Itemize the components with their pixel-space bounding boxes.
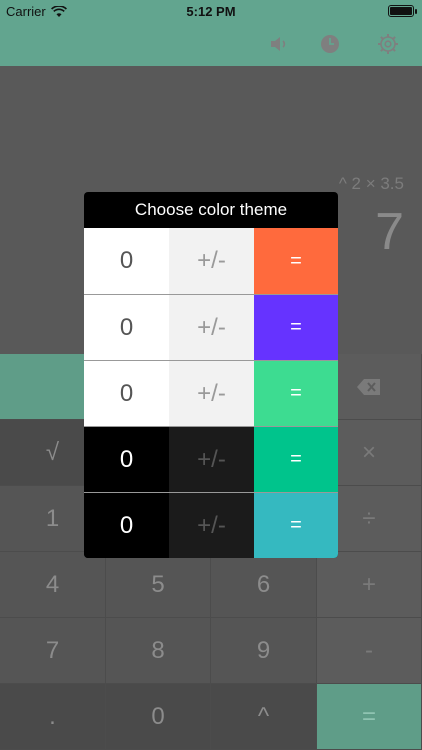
equals-key[interactable]: =: [317, 684, 422, 750]
digit-7-key[interactable]: 7: [0, 618, 106, 684]
theme-option-5[interactable]: 0 +/- =: [84, 492, 338, 558]
theme-toggle-sample: +/-: [169, 493, 254, 558]
theme-digit-sample: 0: [84, 361, 169, 426]
minus-key[interactable]: -: [317, 618, 422, 684]
theme-toggle-sample: +/-: [169, 228, 254, 294]
theme-toggle-sample: +/-: [169, 427, 254, 492]
expression-text: ^ 2 × 3.5: [338, 174, 404, 193]
theme-option-3[interactable]: 0 +/- =: [84, 360, 338, 426]
digit-6-key[interactable]: 6: [211, 552, 317, 618]
theme-equals-sample: =: [254, 361, 338, 426]
theme-equals-sample: =: [254, 228, 338, 294]
theme-digit-sample: 0: [84, 228, 169, 294]
theme-toggle-sample: +/-: [169, 295, 254, 360]
digit-5-key[interactable]: 5: [106, 552, 211, 618]
settings-gear-icon[interactable]: [376, 32, 400, 56]
digit-0-key[interactable]: 0: [106, 684, 211, 750]
dialog-title: Choose color theme: [134, 200, 288, 219]
plus-key[interactable]: +: [317, 552, 422, 618]
power-key[interactable]: ^: [211, 684, 317, 750]
color-theme-dialog: Choose color theme 0 +/- = 0 +/- = 0 +/- = 0 +/- = 0…: [84, 192, 338, 558]
theme-option-4[interactable]: 0 +/- =: [84, 426, 338, 492]
battery-icon: [388, 5, 417, 17]
digit-9-key[interactable]: 9: [211, 618, 317, 684]
status-bar: Carrier 5:12 PM: [0, 0, 422, 22]
theme-equals-sample: =: [254, 493, 338, 558]
theme-option-1[interactable]: 0 +/- =: [84, 228, 338, 294]
theme-digit-sample: 0: [84, 427, 169, 492]
theme-option-2[interactable]: 0 +/- =: [84, 294, 338, 360]
digit-8-key[interactable]: 8: [106, 618, 211, 684]
backspace-icon: [357, 378, 380, 395]
digit-4-key[interactable]: 4: [0, 552, 106, 618]
history-clock-icon[interactable]: [318, 32, 342, 56]
theme-toggle-sample: +/-: [169, 361, 254, 426]
theme-equals-sample: =: [254, 295, 338, 360]
top-toolbar: [0, 22, 422, 66]
result-text: 7: [375, 203, 404, 261]
theme-digit-sample: 0: [84, 493, 169, 558]
theme-digit-sample: 0: [84, 295, 169, 360]
theme-equals-sample: =: [254, 427, 338, 492]
clock-time: 5:12 PM: [186, 4, 236, 19]
battery-level: [390, 7, 412, 15]
decimal-key[interactable]: .: [0, 684, 106, 750]
speaker-icon[interactable]: [268, 32, 292, 56]
theme-options: 0 +/- = 0 +/- = 0 +/- = 0 +/- = 0 +/- =: [84, 228, 338, 558]
